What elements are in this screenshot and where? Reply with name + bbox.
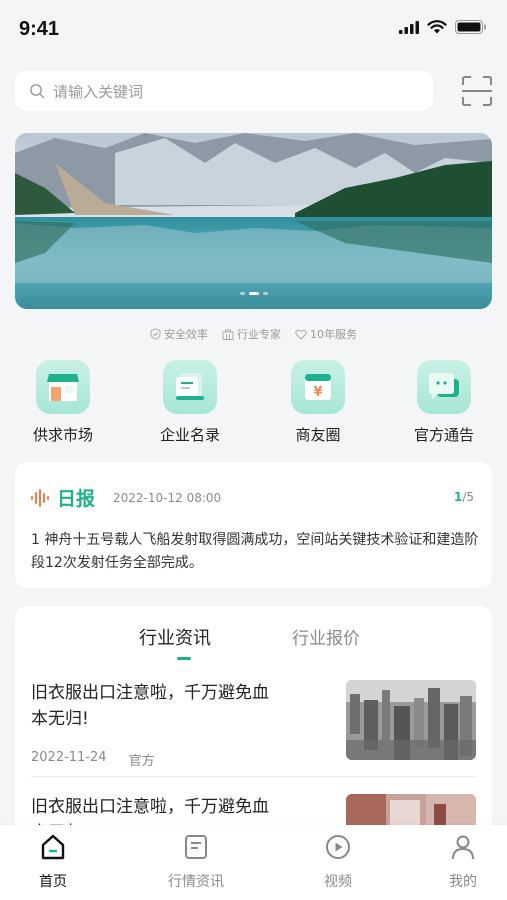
news-title: 旧衣服出口注意啦，千万避免血本无归! <box>31 683 269 729</box>
status-icons <box>399 20 487 34</box>
daily-header: 日报 2022-10-12 08:00 <box>31 484 221 511</box>
status-bar: 9:41 <box>0 0 507 60</box>
banner-dot-active <box>248 292 259 295</box>
chat-bubble-icon <box>417 360 471 414</box>
wifi-icon <box>427 20 447 34</box>
tabbar-label: 视频 <box>324 874 352 890</box>
quick-link-label: 官方通告 <box>413 426 474 444</box>
battery-icon <box>455 20 486 34</box>
tab-industry-news[interactable]: 行业资讯 <box>139 624 211 650</box>
signal-icon <box>399 20 419 34</box>
news-thumbnail <box>346 680 476 760</box>
banner-carousel[interactable] <box>15 133 492 309</box>
feature-safety: 安全效率 <box>150 326 208 342</box>
bottom-tab-bar: 首页 行情资讯 视频 我的 <box>0 825 507 900</box>
daily-page-total: /5 <box>462 490 474 504</box>
feature-label: 安全效率 <box>164 328 208 341</box>
quick-link-label: 企业名录 <box>159 426 220 444</box>
shop-icon <box>36 360 90 414</box>
tabbar-video[interactable]: 视频 <box>288 833 388 891</box>
feature-service: 10年服务 <box>295 326 357 342</box>
quick-link-label: 供求市场 <box>32 426 93 444</box>
search-input[interactable]: 请输入关键词 <box>15 71 433 111</box>
quick-link-notice[interactable]: 官方通告 <box>394 360 494 445</box>
banner-dot <box>262 292 268 295</box>
heart-icon <box>295 329 307 340</box>
tabbar-profile[interactable]: 我的 <box>413 833 507 891</box>
person-icon <box>452 835 474 860</box>
search-row: 请输入关键词 <box>15 71 493 113</box>
banner-image <box>15 133 492 309</box>
feature-label: 10年服务 <box>310 328 357 341</box>
news-item[interactable]: 旧衣服出口注意啦，千万避免血本无归! 2022-11-24 官方 <box>31 680 476 769</box>
news-card: 行业资讯 行业报价 旧衣服出口注意啦，千万避免血本无归! 2022-11-24 … <box>15 606 492 846</box>
yuan-calendar-icon: ¥ <box>291 360 345 414</box>
tabbar-label: 行情资讯 <box>168 874 224 890</box>
feature-expert: 行业专家 <box>222 326 281 342</box>
quick-link-business-circle[interactable]: ¥ 商友圈 <box>268 360 368 445</box>
quick-links: 供求市场 企业名录 ¥ 商友圈 官方通告 <box>0 360 507 450</box>
search-placeholder: 请输入关键词 <box>53 82 144 101</box>
tabbar-market-news[interactable]: 行情资讯 <box>146 833 246 891</box>
document-icon <box>185 835 207 859</box>
play-icon <box>326 835 350 859</box>
quick-link-label: 商友圈 <box>295 426 341 444</box>
news-divider <box>31 776 476 777</box>
banner-pagination <box>239 292 268 295</box>
sound-wave-icon <box>31 488 49 507</box>
scan-icon[interactable] <box>461 75 493 107</box>
daily-title: 日报 <box>57 488 96 510</box>
daily-pagination: 1/5 <box>454 490 474 504</box>
search-icon <box>30 84 45 99</box>
feature-tags: 安全效率 行业专家 10年服务 <box>0 326 507 342</box>
tabbar-label: 首页 <box>39 874 67 890</box>
directory-icon <box>163 360 217 414</box>
quick-link-directory[interactable]: 企业名录 <box>140 360 240 445</box>
daily-report-card[interactable]: 日报 2022-10-12 08:00 1/5 1 神舟十五号载人飞船发射取得圆… <box>15 462 492 588</box>
news-date: 2022-11-24 <box>31 750 107 765</box>
banner-dot <box>239 292 245 295</box>
svg-text:¥: ¥ <box>313 385 322 400</box>
news-source: 官方 <box>128 754 155 769</box>
tabbar-home[interactable]: 首页 <box>3 833 103 891</box>
status-time: 9:41 <box>19 18 60 40</box>
daily-text: 1 神舟十五号载人飞船发射取得圆满成功，空间站关键技术验证和建造阶段12次发射任… <box>31 532 479 571</box>
feature-label: 行业专家 <box>237 328 281 341</box>
building-icon <box>222 329 234 340</box>
tab-indicator <box>177 657 191 660</box>
news-tabs: 行业资讯 行业报价 <box>15 624 492 664</box>
shield-check-icon <box>150 328 161 340</box>
tab-industry-quotes[interactable]: 行业报价 <box>292 624 360 649</box>
home-icon <box>41 834 65 860</box>
daily-date: 2022-10-12 08:00 <box>113 490 222 505</box>
tabbar-label: 我的 <box>449 874 477 890</box>
quick-link-market[interactable]: 供求市场 <box>13 360 113 445</box>
